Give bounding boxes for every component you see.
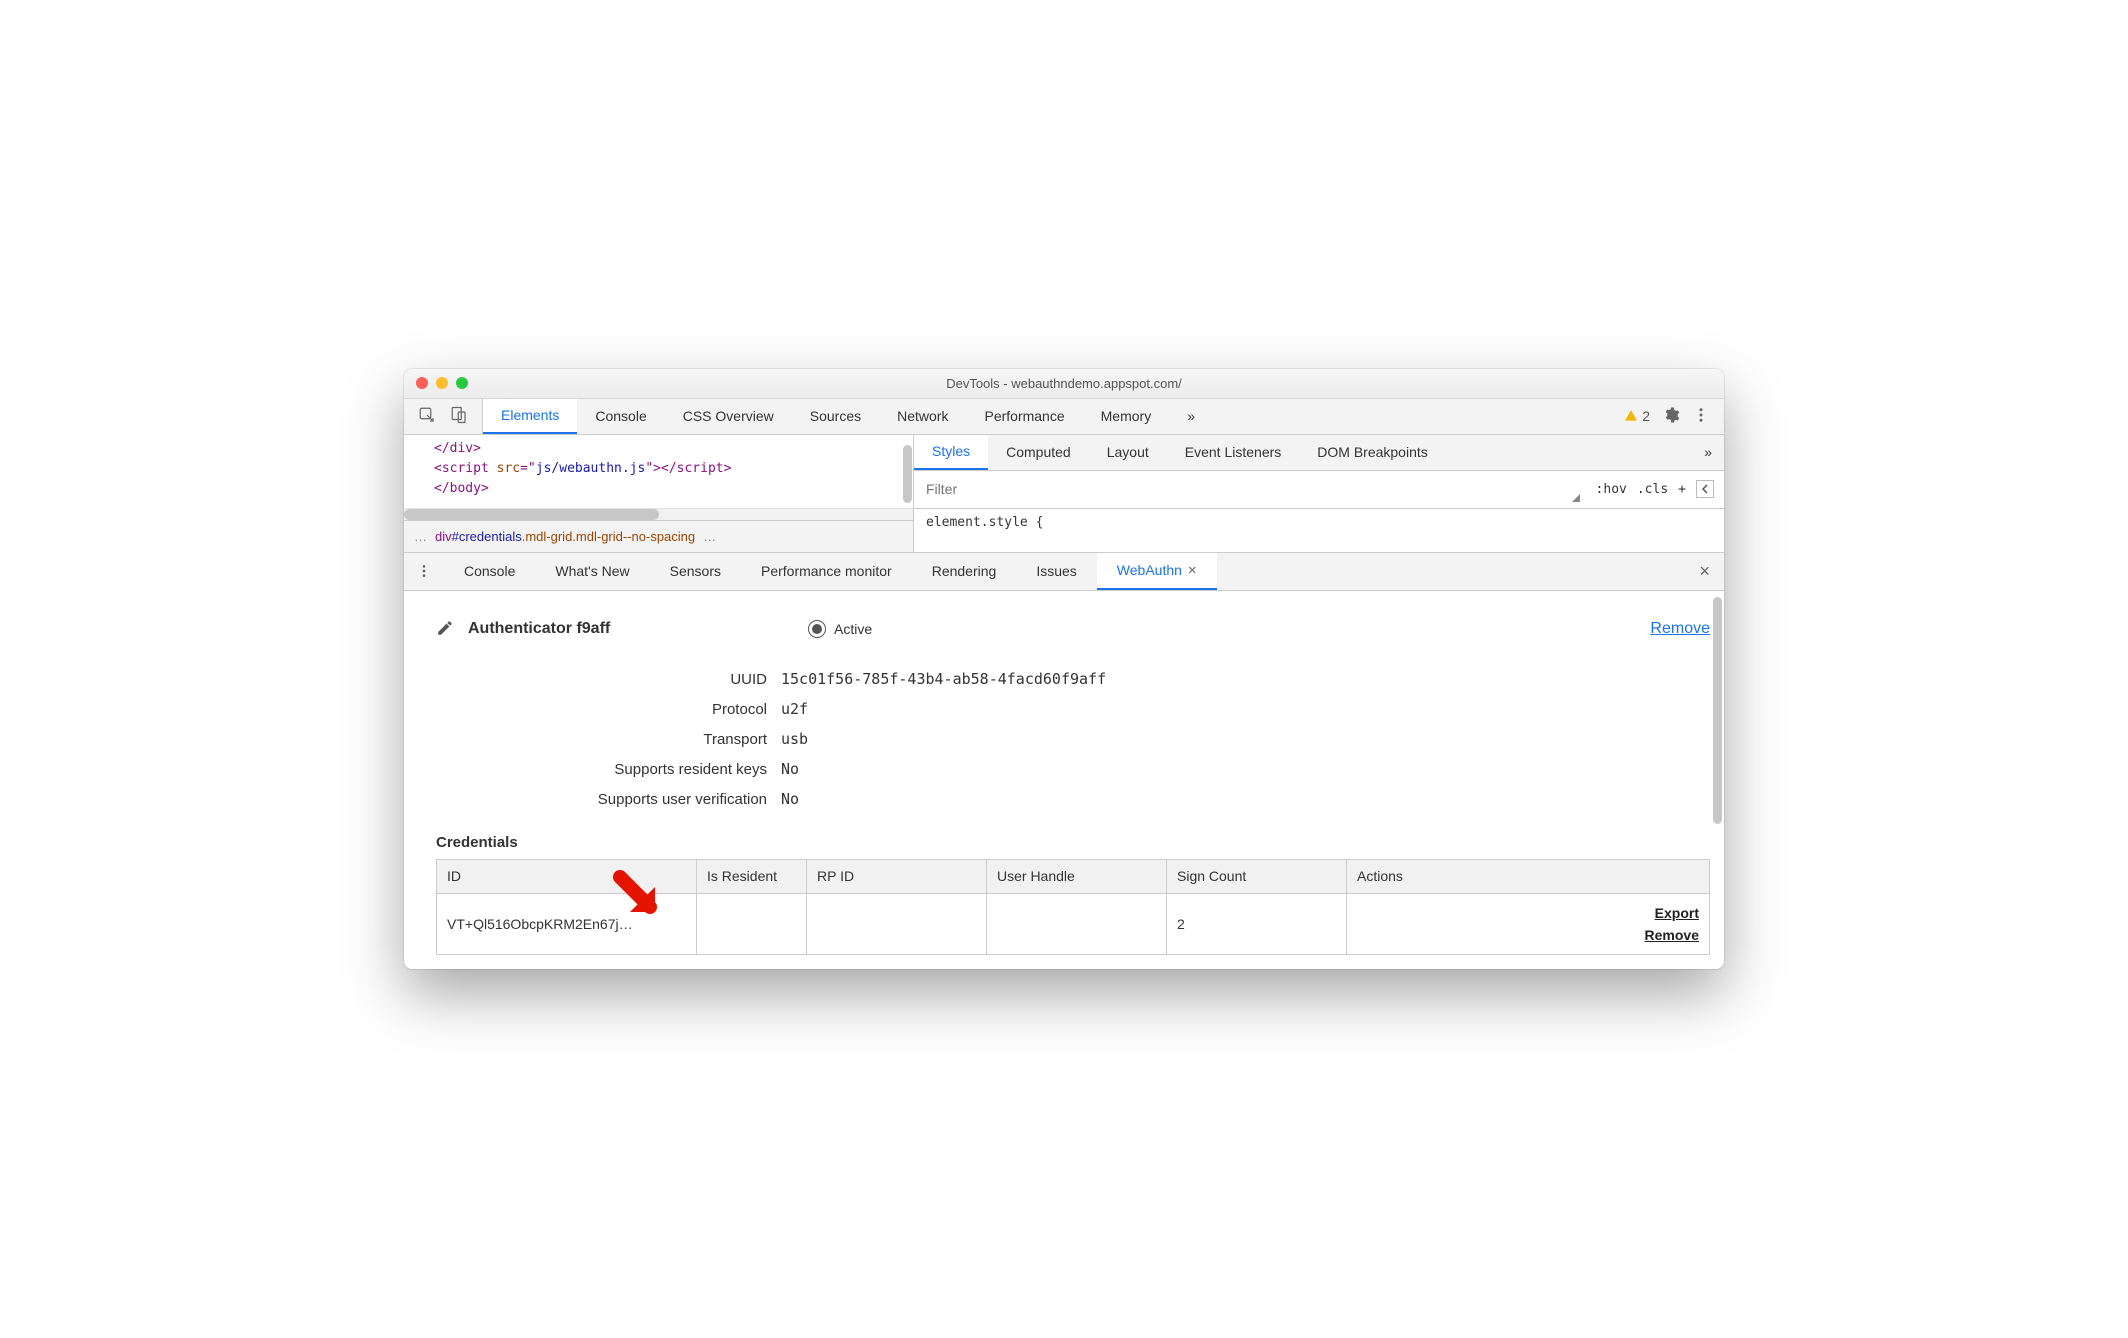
styles-toolbar: :hov .cls + [914,471,1724,509]
dom-tree[interactable]: </div> <script src="js/webauthn.js"></sc… [404,435,914,552]
close-drawer-icon[interactable]: × [1685,553,1724,590]
cell-actions: Export Remove [1347,893,1710,955]
table-header-row: ID Is Resident RP ID User Handle Sign Co… [437,859,1710,893]
tab-sources[interactable]: Sources [792,399,879,434]
breadcrumb[interactable]: … div#credentials.mdl-grid.mdl-grid--no-… [404,520,913,552]
edit-icon[interactable] [436,619,454,640]
authenticator-properties: UUID15c01f56-785f-43b4-ab58-4facd60f9aff… [436,670,1710,808]
cell-rp-id [807,893,987,955]
new-style-rule-button[interactable]: + [1678,482,1686,497]
inspect-element-icon[interactable] [418,406,436,427]
cell-id: VT+Ql516ObcpKRM2En67j… [437,893,697,955]
remove-authenticator-link[interactable]: Remove [1650,620,1710,638]
drawer-tab-sensors[interactable]: Sensors [650,553,741,590]
export-credential-link[interactable]: Export [1357,902,1699,924]
settings-icon[interactable] [1662,406,1680,427]
devtools-window: DevTools - webauthndemo.appspot.com/ Ele… [404,369,1724,970]
tab-network[interactable]: Network [879,399,966,434]
drawer-tab-bar: Console What's New Sensors Performance m… [404,553,1724,591]
styles-tabs-overflow[interactable]: » [1692,435,1724,470]
tab-memory[interactable]: Memory [1083,399,1170,434]
drawer-tab-whats-new[interactable]: What's New [535,553,649,590]
col-rp-id: RP ID [807,859,987,893]
dom-source: </div> <script src="js/webauthn.js"></sc… [404,435,913,508]
active-radio[interactable] [808,620,826,638]
col-id: ID [437,859,697,893]
col-user-handle: User Handle [987,859,1167,893]
styles-tab-bar: Styles Computed Layout Event Listeners D… [914,435,1724,471]
active-label: Active [834,621,872,637]
tab-performance[interactable]: Performance [966,399,1082,434]
remove-credential-link[interactable]: Remove [1357,924,1699,946]
cell-is-resident [697,893,807,955]
window-title: DevTools - webauthndemo.appspot.com/ [404,376,1724,391]
tab-dom-breakpoints[interactable]: DOM Breakpoints [1299,435,1445,470]
cell-sign-count: 2 [1167,893,1347,955]
dom-vertical-scrollbar[interactable] [901,435,913,505]
tab-styles[interactable]: Styles [914,435,988,470]
close-tab-icon[interactable]: × [1188,562,1197,579]
col-actions: Actions [1347,859,1710,893]
tab-layout[interactable]: Layout [1089,435,1167,470]
col-is-resident: Is Resident [697,859,807,893]
maximize-window-button[interactable] [456,377,468,389]
drawer-tab-webauthn[interactable]: WebAuthn × [1097,553,1217,590]
close-window-button[interactable] [416,377,428,389]
drawer-tab-issues[interactable]: Issues [1016,553,1096,590]
main-tab-bar: Elements Console CSS Overview Sources Ne… [404,399,1724,435]
credentials-table: ID Is Resident RP ID User Handle Sign Co… [436,859,1710,956]
authenticator-header: Authenticator f9aff Active Remove [436,619,1710,640]
more-menu-icon[interactable] [1692,406,1710,427]
traffic-lights [416,377,468,389]
tab-css-overview[interactable]: CSS Overview [665,399,792,434]
table-row: VT+Ql516ObcpKRM2En67j… 2 Export Remove [437,893,1710,955]
drawer-tab-rendering[interactable]: Rendering [912,553,1017,590]
warnings-badge[interactable]: 2 [1624,408,1650,424]
elements-panel: </div> <script src="js/webauthn.js"></sc… [404,435,1724,553]
credentials-heading: Credentials [436,834,1710,851]
col-sign-count: Sign Count [1167,859,1347,893]
cls-toggle[interactable]: .cls [1637,482,1668,497]
tabs-overflow[interactable]: » [1169,399,1213,434]
tab-elements[interactable]: Elements [483,399,577,434]
drawer-menu-icon[interactable] [404,553,444,590]
cell-user-handle [987,893,1167,955]
content-scrollbar[interactable] [1710,591,1724,970]
webauthn-panel: Authenticator f9aff Active Remove UUID15… [404,591,1724,970]
dom-horizontal-scrollbar[interactable] [404,508,913,520]
tab-console[interactable]: Console [577,399,664,434]
titlebar: DevTools - webauthndemo.appspot.com/ [404,369,1724,399]
tab-computed[interactable]: Computed [988,435,1089,470]
toggle-sidebar-icon[interactable] [1696,480,1714,498]
styles-panel: Styles Computed Layout Event Listeners D… [914,435,1724,552]
tab-event-listeners[interactable]: Event Listeners [1167,435,1300,470]
authenticator-name: Authenticator f9aff [468,620,808,638]
device-toggle-icon[interactable] [450,406,468,427]
drawer-tab-performance-monitor[interactable]: Performance monitor [741,553,912,590]
minimize-window-button[interactable] [436,377,448,389]
inspect-tools [404,399,483,434]
hov-toggle[interactable]: :hov [1596,482,1627,497]
styles-filter-input[interactable] [914,471,1119,508]
drawer-tab-console[interactable]: Console [444,553,535,590]
filter-resize-icon [1572,494,1580,502]
element-style-rule[interactable]: element.style { [914,509,1724,536]
